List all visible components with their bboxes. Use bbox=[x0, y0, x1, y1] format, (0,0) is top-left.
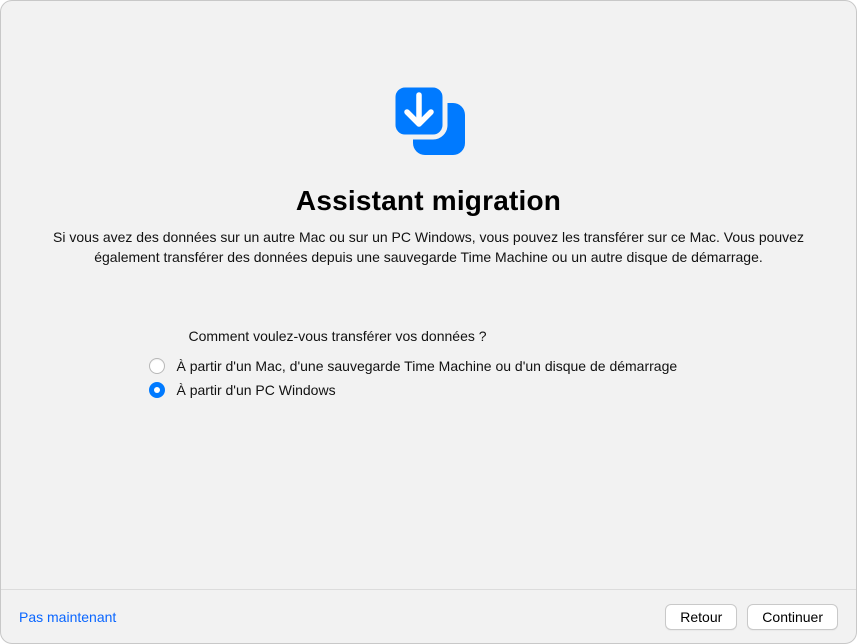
page-title: Assistant migration bbox=[1, 185, 856, 217]
option-from-windows-pc[interactable]: À partir d'un PC Windows bbox=[149, 382, 709, 398]
continue-button[interactable]: Continuer bbox=[747, 604, 838, 630]
back-button[interactable]: Retour bbox=[665, 604, 737, 630]
option-label: À partir d'un PC Windows bbox=[177, 382, 336, 398]
migration-assistant-window: Assistant migration Si vous avez des don… bbox=[0, 0, 857, 644]
not-now-link[interactable]: Pas maintenant bbox=[19, 609, 116, 625]
transfer-options: Comment voulez-vous transférer vos donné… bbox=[149, 328, 709, 398]
radio-checked-icon bbox=[149, 382, 165, 398]
migration-download-icon bbox=[1, 79, 856, 167]
footer-bar: Pas maintenant Retour Continuer bbox=[1, 589, 856, 643]
transfer-question: Comment voulez-vous transférer vos donné… bbox=[189, 328, 709, 344]
content-area: Assistant migration Si vous avez des don… bbox=[1, 1, 856, 579]
option-from-mac[interactable]: À partir d'un Mac, d'une sauvegarde Time… bbox=[149, 358, 709, 374]
page-description: Si vous avez des données sur un autre Ma… bbox=[5, 227, 853, 268]
radio-unchecked-icon bbox=[149, 358, 165, 374]
option-label: À partir d'un Mac, d'une sauvegarde Time… bbox=[177, 358, 678, 374]
